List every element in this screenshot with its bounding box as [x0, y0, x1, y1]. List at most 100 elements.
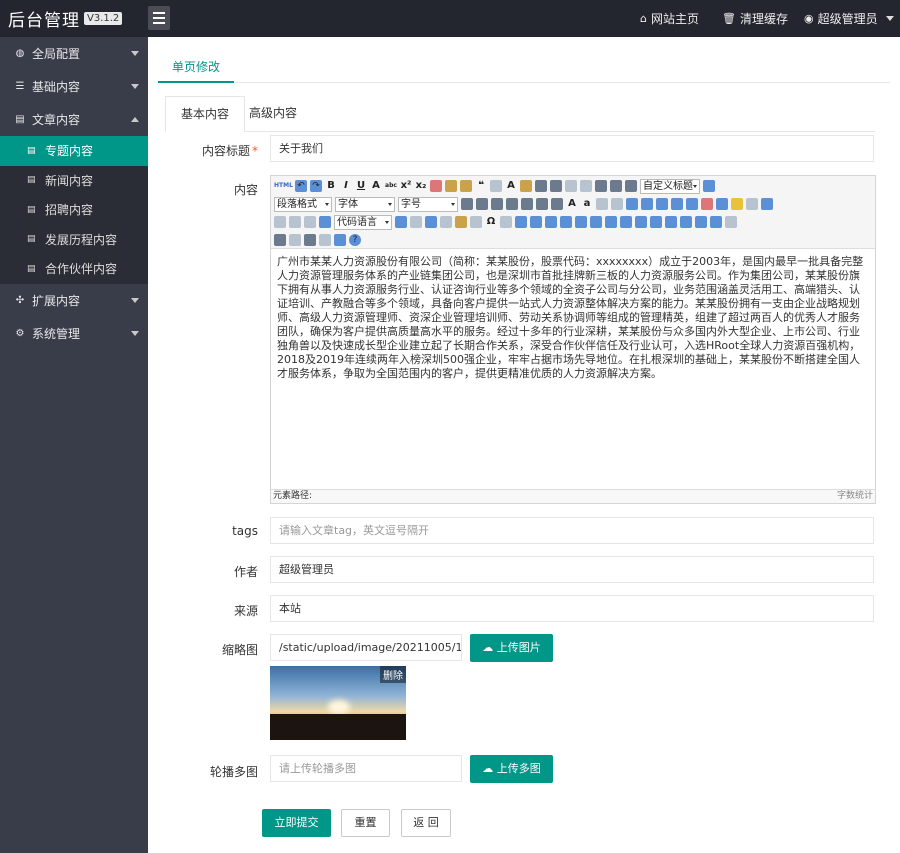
font-color-icon[interactable]: A — [505, 180, 517, 192]
subscript-icon[interactable]: x₂ — [415, 180, 427, 192]
template-icon[interactable] — [410, 216, 422, 228]
insert-paragraph-before-table-icon[interactable] — [560, 216, 572, 228]
user-menu[interactable]: ◉ 超级管理员 — [804, 0, 894, 37]
nav-clear-cache-link[interactable]: 🗑 清理缓存 — [722, 0, 788, 37]
nav-home-link[interactable]: ⌂ 网站主页 — [640, 0, 699, 37]
strikethrough-icon[interactable]: abc — [385, 180, 397, 192]
undo-icon[interactable]: ↶ — [295, 180, 307, 192]
emotion-icon[interactable] — [731, 198, 743, 210]
row-spacing-bottom-icon[interactable] — [610, 180, 622, 192]
font-size-select[interactable]: 字号 — [398, 196, 458, 212]
editor-content[interactable]: 广州市某某人力资源股份有限公司（简称：某某股份，股票代码：xxxxxxxx）成立… — [277, 255, 870, 381]
split-rows-icon[interactable] — [695, 216, 707, 228]
split-cells-icon[interactable] — [680, 216, 692, 228]
italic-icon[interactable]: I — [340, 180, 352, 192]
tab-advanced-content[interactable]: 高级内容 — [234, 96, 312, 132]
logo[interactable]: 后台管理 V3.1.2 — [0, 0, 148, 37]
special-char-icon[interactable]: Ω — [485, 216, 497, 228]
upload-image-button[interactable]: ☁ 上传图片 — [470, 634, 553, 662]
insert-video-icon[interactable] — [761, 198, 773, 210]
sidebar-subitem-history[interactable]: ▤ 发展历程内容 — [0, 225, 148, 255]
pasteplain-icon[interactable] — [490, 180, 502, 192]
tab-single-page-edit[interactable]: 单页修改 — [158, 53, 235, 83]
line-height-icon[interactable] — [625, 180, 637, 192]
author-input[interactable]: 超级管理员 — [270, 556, 874, 583]
bold-icon[interactable]: B — [325, 180, 337, 192]
sidebar-item-extended-content[interactable]: ✣ 扩展内容 — [0, 284, 148, 317]
insert-image-icon[interactable] — [716, 198, 728, 210]
eraser-icon[interactable] — [430, 180, 442, 192]
delete-thumbnail-button[interactable]: 删除 — [380, 666, 406, 683]
insert-col-icon[interactable] — [605, 216, 617, 228]
anchor-icon[interactable] — [626, 198, 638, 210]
paragraph-select[interactable]: 段落格式 — [274, 196, 332, 212]
menu-toggle-button[interactable] — [148, 6, 170, 30]
row-spacing-top-icon[interactable] — [595, 180, 607, 192]
align-justify-icon[interactable] — [551, 198, 563, 210]
sidebar-subitem-news[interactable]: ▤ 新闻内容 — [0, 166, 148, 196]
insert-frame-icon[interactable] — [304, 216, 316, 228]
map-icon[interactable] — [289, 216, 301, 228]
align-left-icon[interactable] — [506, 198, 518, 210]
sidebar-subitem-topic[interactable]: ▤ 专题内容 — [0, 136, 148, 166]
code-language-select[interactable]: 代码语言 — [334, 214, 392, 230]
delete-row-icon[interactable] — [590, 216, 602, 228]
print-icon[interactable] — [274, 234, 286, 246]
background-icon[interactable] — [425, 216, 437, 228]
select-all-icon[interactable] — [565, 180, 577, 192]
chart-icon[interactable] — [725, 216, 737, 228]
underline-icon[interactable]: U — [355, 180, 367, 192]
simple-upload-icon[interactable] — [701, 198, 713, 210]
upload-multi-button[interactable]: ☁ 上传多图 — [470, 755, 553, 783]
time-icon[interactable] — [470, 216, 482, 228]
format-brush-icon[interactable] — [445, 180, 457, 192]
indent-icon[interactable] — [491, 198, 503, 210]
merge-down-icon[interactable] — [665, 216, 677, 228]
align-center-icon[interactable] — [521, 198, 533, 210]
insert-table-icon[interactable] — [530, 216, 542, 228]
fullscreen-icon[interactable] — [703, 180, 715, 192]
image-none-icon[interactable] — [641, 198, 653, 210]
autotype-icon[interactable] — [460, 180, 472, 192]
tab-basic-content[interactable]: 基本内容 — [165, 96, 246, 132]
title-input[interactable]: 关于我们 — [270, 135, 874, 162]
sidebar-subitem-jobs[interactable]: ▤ 招聘内容 — [0, 195, 148, 225]
directionality-ltr-icon[interactable] — [461, 198, 473, 210]
help-icon[interactable]: ? — [349, 234, 361, 246]
html-source-icon[interactable]: HTML — [274, 180, 293, 192]
sidebar-item-global-config[interactable]: ◍ 全局配置 — [0, 37, 148, 70]
to-uppercase-icon[interactable]: A — [566, 198, 578, 210]
clear-doc-icon[interactable] — [580, 180, 592, 192]
ordered-list-icon[interactable] — [535, 180, 547, 192]
sidebar-item-article-content[interactable]: ▤ 文章内容 — [0, 103, 148, 136]
background-color-icon[interactable] — [520, 180, 532, 192]
image-left-icon[interactable] — [656, 198, 668, 210]
font-family-select[interactable]: 字体 — [335, 196, 395, 212]
image-center-icon[interactable] — [686, 198, 698, 210]
insert-row-icon[interactable] — [575, 216, 587, 228]
wordimage-icon[interactable] — [500, 216, 512, 228]
directionality-rtl-icon[interactable] — [476, 198, 488, 210]
back-button[interactable]: 返 回 — [401, 809, 451, 837]
custom-title-select[interactable]: 自定义标题 — [640, 178, 700, 194]
sidebar-item-system[interactable]: ⚙ 系统管理 — [0, 317, 148, 350]
scrawl-icon[interactable] — [746, 198, 758, 210]
source-input[interactable]: 本站 — [270, 595, 874, 622]
attachment-icon[interactable] — [274, 216, 286, 228]
thumbnail-path-input[interactable]: /static/upload/image/20211005/163339 — [270, 634, 462, 661]
tags-input[interactable]: 请输入文章tag，英文逗号隔开 — [270, 517, 874, 544]
date-icon[interactable] — [455, 216, 467, 228]
search-replace-icon[interactable] — [304, 234, 316, 246]
draft-save-icon[interactable] — [334, 234, 346, 246]
sidebar-subitem-partners[interactable]: ▤ 合作伙伴内容 — [0, 254, 148, 284]
delete-col-icon[interactable] — [620, 216, 632, 228]
reset-button[interactable]: 重置 — [341, 809, 390, 837]
insert-code-icon[interactable] — [319, 216, 331, 228]
unordered-list-icon[interactable] — [550, 180, 562, 192]
align-right-icon[interactable] — [536, 198, 548, 210]
page-break-icon[interactable] — [395, 216, 407, 228]
unlink-icon[interactable] — [611, 198, 623, 210]
superscript-icon[interactable]: x² — [400, 180, 412, 192]
submit-button[interactable]: 立即提交 — [262, 809, 331, 837]
carousel-input[interactable]: 请上传轮播多图 — [270, 755, 462, 782]
